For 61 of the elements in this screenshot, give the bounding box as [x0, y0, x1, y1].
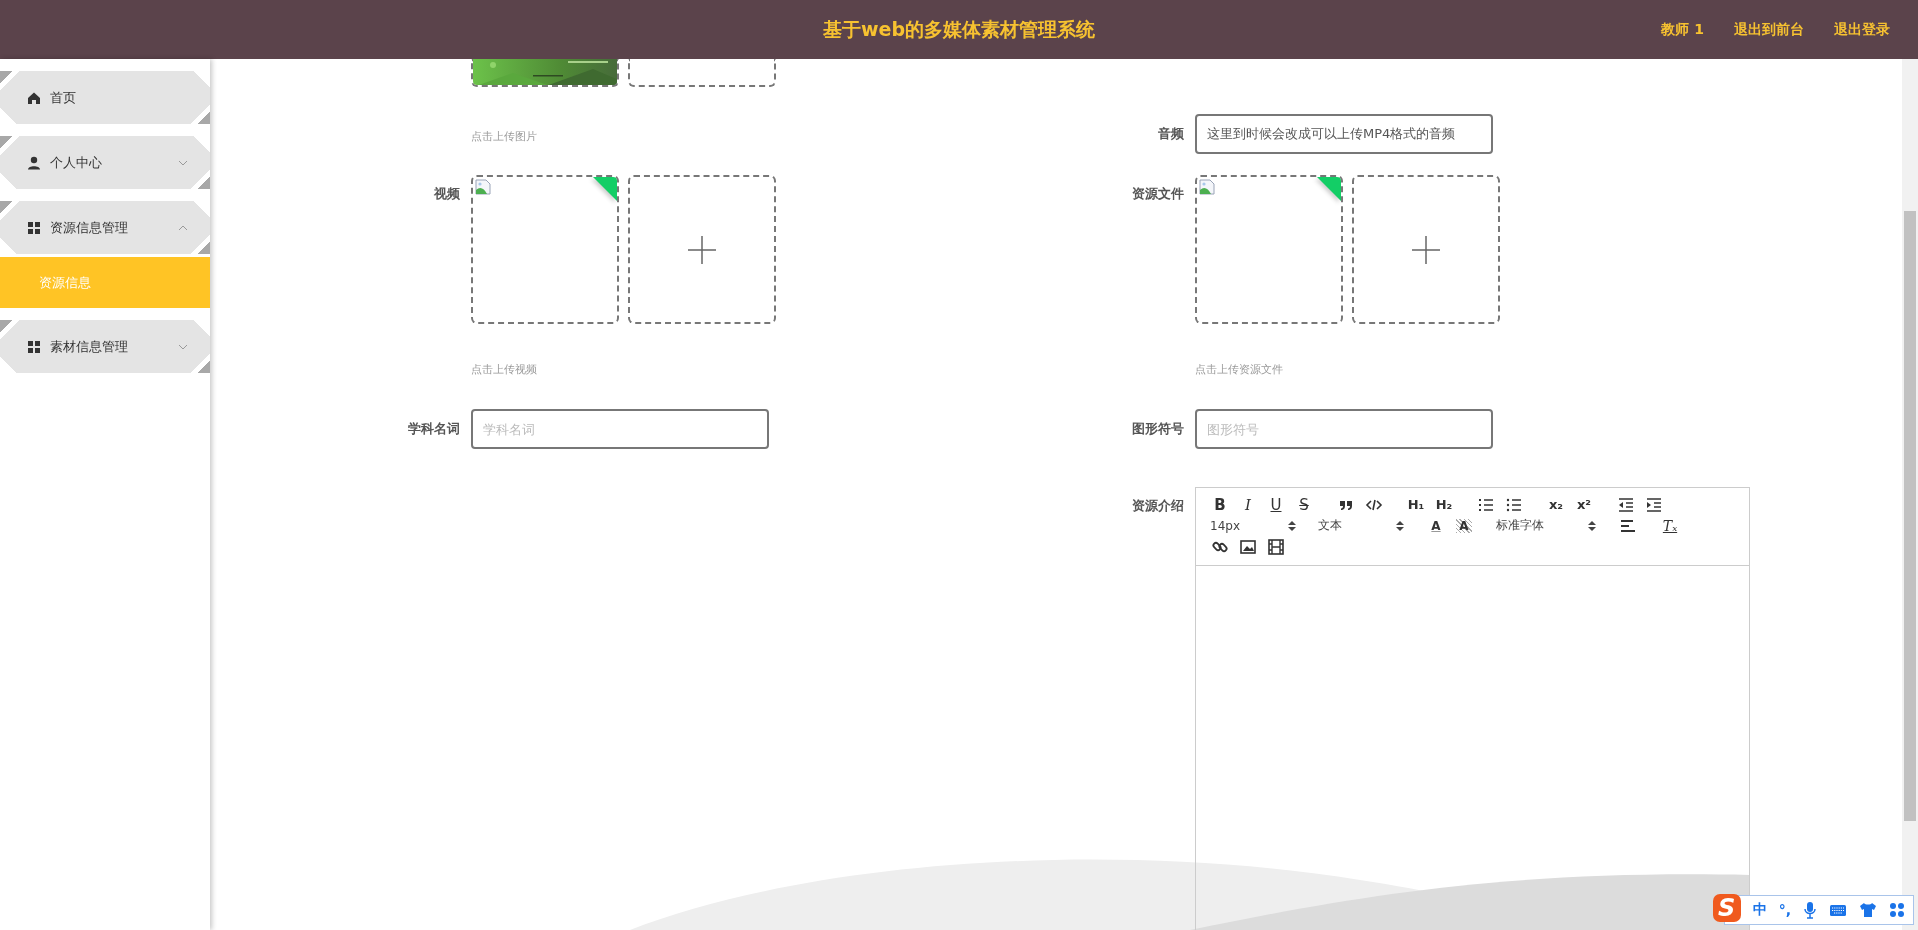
sidebar-item[interactable]: 首页	[0, 71, 210, 124]
field-label: 学科名词	[407, 420, 461, 438]
ime-punctuation[interactable]: °,	[1778, 902, 1791, 918]
format-button[interactable]: H₁	[1402, 494, 1430, 515]
app-title: 基于web的多媒体素材管理系统	[822, 16, 1095, 42]
keyboard-icon[interactable]	[1829, 903, 1847, 917]
format-button[interactable]: Tₓ	[1656, 515, 1684, 536]
format-button[interactable]: A	[1456, 518, 1472, 533]
grid-icon	[27, 220, 41, 235]
format-button[interactable]: U	[1262, 494, 1290, 515]
ime-mode[interactable]: 中	[1752, 901, 1767, 919]
sidebar-item[interactable]: 资源信息管理	[0, 201, 210, 254]
input-field[interactable]: 学科名词	[471, 409, 769, 449]
format-button[interactable]: S	[1290, 494, 1318, 515]
grid-icon	[27, 339, 41, 354]
toolbar-dropdown[interactable]: 14px	[1206, 515, 1300, 536]
film-icon	[1267, 537, 1285, 556]
sidebar-item[interactable]: 个人中心	[0, 136, 210, 189]
field-label: 图形符号	[1131, 420, 1185, 438]
image-icon	[1239, 537, 1257, 556]
header-link[interactable]: 教师 1	[1661, 20, 1704, 39]
uploaded-file[interactable]	[471, 175, 619, 324]
format-button[interactable]: I	[1234, 494, 1262, 515]
toolbar-dropdown[interactable]: 标准字体	[1492, 515, 1600, 536]
home-icon	[27, 90, 41, 105]
header-link[interactable]: 退出登录	[1834, 20, 1890, 39]
header-link[interactable]: 退出到前台	[1734, 20, 1804, 39]
upload-hint: 点击上传资源文件	[1195, 362, 1284, 377]
format-button[interactable]: x²	[1570, 494, 1598, 515]
broken-image-icon	[1199, 179, 1215, 195]
field-label: 资源文件	[1131, 185, 1185, 203]
upload-button[interactable]	[1352, 175, 1500, 324]
field-label: 资源介绍	[1131, 497, 1185, 515]
upload-button[interactable]	[628, 59, 776, 87]
upload-hint: 点击上传视频	[471, 362, 538, 377]
input-field[interactable]: 这里到时候会改成可以上传MP4格式的音频	[1195, 114, 1493, 154]
microphone-icon[interactable]	[1803, 901, 1817, 919]
indent-icon	[1645, 495, 1663, 514]
input-field[interactable]: 图形符号	[1195, 409, 1493, 449]
plus-icon	[1411, 234, 1441, 265]
upload-button[interactable]	[628, 175, 776, 324]
shirt-icon[interactable]	[1859, 902, 1877, 918]
scrollbar[interactable]	[1902, 59, 1918, 930]
apps-icon[interactable]	[1889, 902, 1905, 918]
user-icon	[27, 155, 41, 170]
format-button[interactable]: A	[1422, 515, 1450, 536]
format-button[interactable]: x₂	[1542, 494, 1570, 515]
outdent-icon	[1617, 495, 1635, 514]
sort-arrows-icon	[1288, 519, 1296, 532]
sidebar-item[interactable]: 素材信息管理	[0, 320, 210, 373]
field-label: 视频	[433, 185, 461, 203]
toolbar-dropdown[interactable]: 文本	[1314, 515, 1408, 536]
broken-image-icon	[475, 179, 491, 195]
sort-arrows-icon	[1396, 519, 1404, 532]
field-label: 音频	[1157, 125, 1185, 143]
format-button[interactable]: H₂	[1430, 494, 1458, 515]
format-button[interactable]: B	[1206, 494, 1234, 515]
uploaded-file[interactable]	[1195, 175, 1343, 324]
sort-arrows-icon	[1588, 519, 1596, 532]
upload-hint: 点击上传图片	[471, 129, 538, 144]
plus-icon	[687, 234, 717, 265]
